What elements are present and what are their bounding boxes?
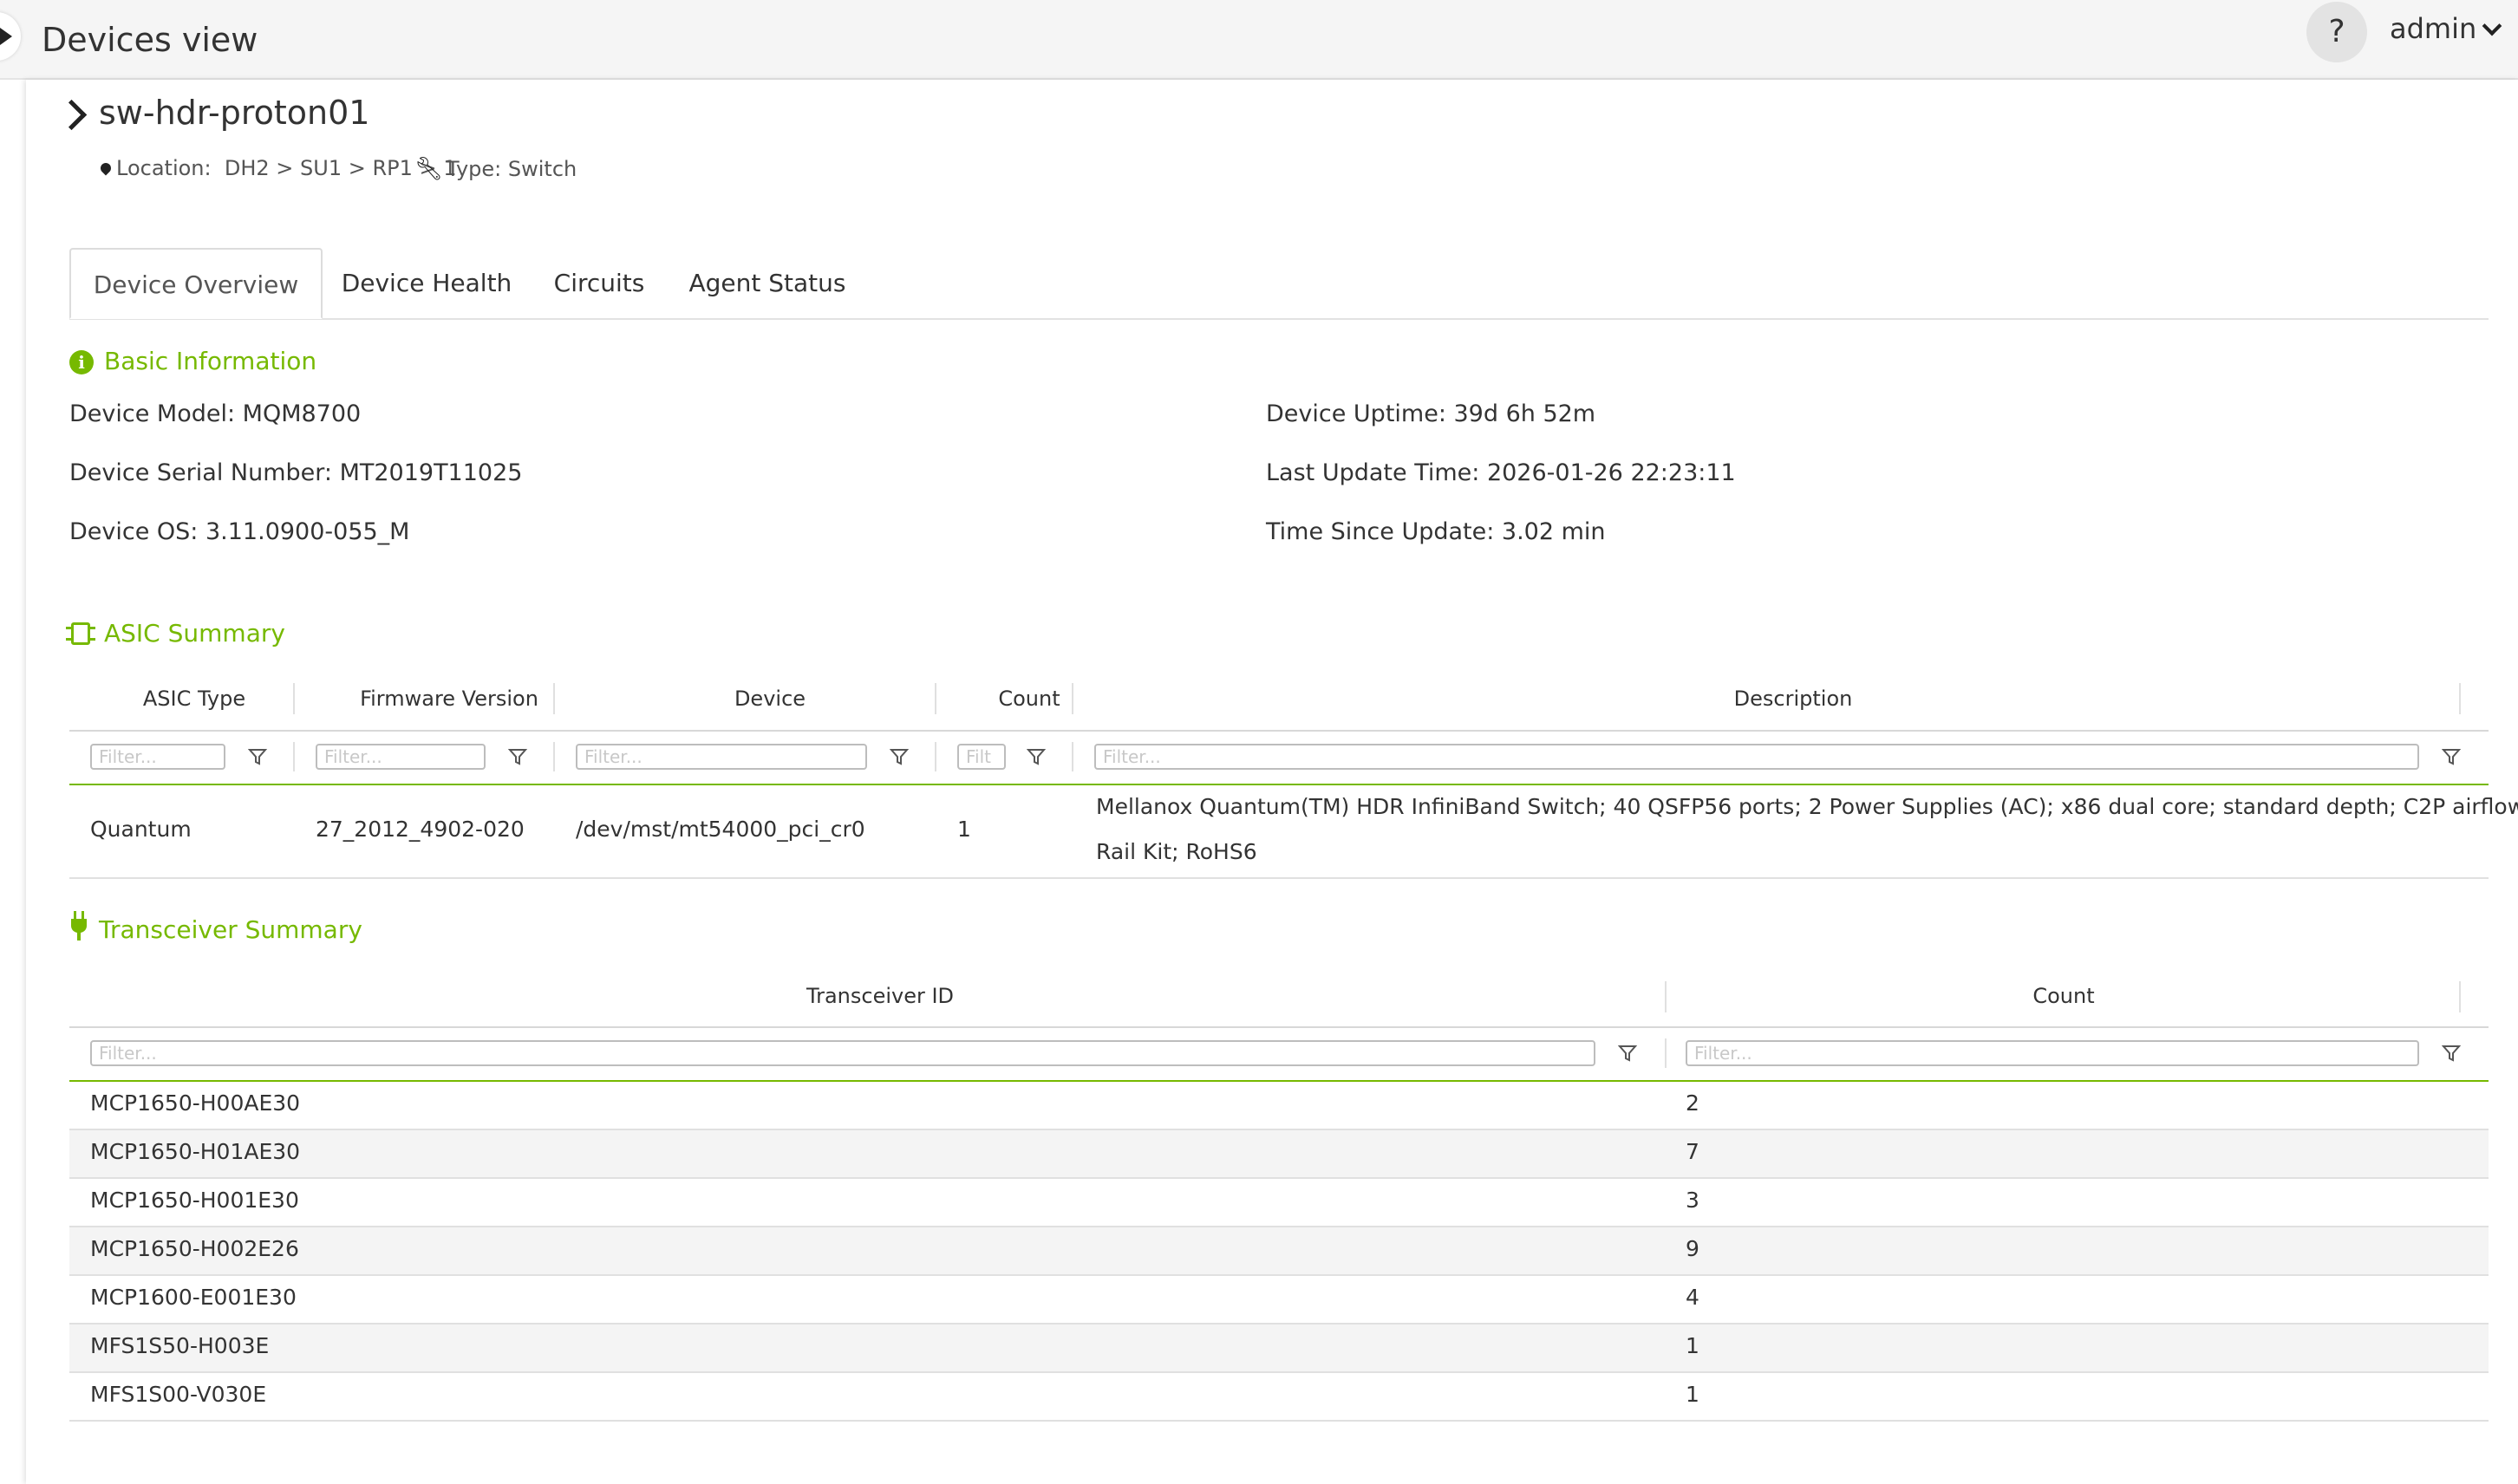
column-separator (1072, 742, 1073, 771)
column-separator (553, 742, 555, 771)
table-row[interactable]: MCP1650-H001E30 3 (69, 1179, 2489, 1226)
transceiver-count-cell: 4 (1686, 1285, 1699, 1310)
asic-col-firmware[interactable]: Firmware Version (319, 687, 579, 711)
description-cell-line2: Rail Kit; RoHS6 (1096, 839, 1257, 864)
asic-col-device[interactable]: Device (579, 687, 961, 711)
wrench-icon: 🔧︎ (414, 156, 444, 182)
tab-device-health[interactable]: Device Health (323, 248, 531, 319)
header-divider (69, 730, 2489, 732)
transceiver-id-cell: MFS1S50-H003E (90, 1333, 270, 1358)
device-serial-field: Device Serial Number: MT2019T11025 (69, 459, 523, 486)
user-name: admin (2390, 12, 2477, 45)
type-label: Type: (447, 157, 502, 181)
info-icon: i (69, 350, 94, 374)
last-update-field: Last Update Time: 2026-01-26 22:23:11 (1266, 459, 1736, 486)
basic-info-title: Basic Information (104, 347, 317, 375)
device-cell: /dev/mst/mt54000_pci_cr0 (576, 817, 865, 842)
filter-icon[interactable] (1027, 747, 1046, 766)
chevron-right-icon[interactable] (55, 99, 88, 131)
table-row[interactable]: MCP1650-H002E26 9 (69, 1227, 2489, 1274)
transceiver-id-cell: MFS1S00-V030E (90, 1382, 267, 1407)
sidebar-toggle-button[interactable] (0, 12, 21, 61)
firmware-cell: 27_2012_4902-020 (316, 817, 525, 842)
app-header: Devices view ? admin (0, 0, 2518, 80)
filter-icon[interactable] (248, 747, 267, 766)
transceiver-summary-title: Transceiver Summary (99, 915, 362, 944)
device-card: sw-hdr-proton01 Location: DH2 > SU1 > RP… (26, 80, 2518, 1484)
count-filter-input[interactable]: Filt (957, 744, 1006, 770)
filter-icon[interactable] (2442, 747, 2461, 766)
row-divider (69, 877, 2489, 879)
description-cell-line1: Mellanox Quantum(TM) HDR InfiniBand Swit… (1096, 794, 2518, 819)
transceiver-id-cell: MCP1600-E001E30 (90, 1285, 297, 1310)
column-separator[interactable] (553, 683, 555, 714)
transceiver-id-cell: MCP1650-H01AE30 (90, 1139, 301, 1164)
device-model-field: Device Model: MQM8700 (69, 400, 362, 427)
chip-icon (66, 622, 95, 645)
device-uptime-field: Device Uptime: 39d 6h 52m (1266, 400, 1596, 427)
table-row[interactable]: MCP1650-H01AE30 7 (69, 1130, 2489, 1177)
asic-col-asic-type[interactable]: ASIC Type (69, 687, 319, 711)
transceiver-col-id[interactable]: Transceiver ID (69, 984, 1691, 1008)
transceiver-count-cell: 9 (1686, 1236, 1699, 1261)
header-divider (69, 1026, 2489, 1028)
column-separator[interactable] (935, 683, 936, 714)
tab-circuits[interactable]: Circuits (531, 248, 668, 319)
device-name: sw-hdr-proton01 (99, 94, 370, 132)
location-label: Location: (116, 156, 212, 180)
filter-icon[interactable] (1618, 1044, 1637, 1063)
column-separator (935, 742, 936, 771)
transceiver-id-filter-input[interactable]: Filter... (90, 1040, 1595, 1066)
table-row[interactable]: MFS1S00-V030E 1 (69, 1373, 2489, 1420)
filter-icon[interactable] (890, 747, 909, 766)
map-pin-icon (98, 160, 114, 176)
filter-divider (69, 784, 2489, 785)
device-os-field: Device OS: 3.11.0900-055_M (69, 518, 410, 545)
description-filter-input[interactable]: Filter... (1094, 744, 2419, 770)
column-separator[interactable] (293, 683, 295, 714)
transceiver-count-cell: 1 (1686, 1333, 1699, 1358)
user-menu[interactable]: admin (2390, 12, 2502, 45)
asic-col-count[interactable]: Count (961, 687, 1098, 711)
tab-device-overview[interactable]: Device Overview (69, 248, 323, 319)
transceiver-count-cell: 3 (1686, 1188, 1699, 1213)
help-button[interactable]: ? (2306, 2, 2367, 62)
transceiver-count-cell: 1 (1686, 1382, 1699, 1407)
device-location: Location: DH2 > SU1 > RP1 > 1 (98, 156, 457, 180)
table-row[interactable]: MCP1600-E001E30 4 (69, 1276, 2489, 1323)
table-row[interactable]: MCP1650-H00AE30 2 (69, 1082, 2489, 1129)
type-value: Switch (507, 157, 577, 181)
transceiver-count-filter-input[interactable]: Filter... (1686, 1040, 2419, 1066)
asic-summary-title: ASIC Summary (104, 619, 285, 648)
device-filter-input[interactable]: Filter... (576, 744, 867, 770)
device-type: 🔧︎ Type: Switch (414, 156, 577, 182)
table-row[interactable]: MFS1S50-H003E 1 (69, 1325, 2489, 1371)
page-title: Devices view (42, 21, 258, 59)
transceiver-count-cell: 2 (1686, 1090, 1699, 1116)
filter-icon[interactable] (508, 747, 527, 766)
column-separator[interactable] (2459, 683, 2461, 714)
tab-agent-status[interactable]: Agent Status (668, 248, 867, 319)
transceiver-count-cell: 7 (1686, 1139, 1699, 1164)
transceiver-id-cell: MCP1650-H001E30 (90, 1188, 299, 1213)
plug-icon (71, 911, 87, 941)
column-separator (293, 742, 295, 771)
asic-type-filter-input[interactable]: Filter... (90, 744, 225, 770)
asic-col-description[interactable]: Description (1098, 687, 2489, 711)
filter-icon[interactable] (2442, 1044, 2461, 1063)
row-divider (69, 1420, 2489, 1422)
transceiver-col-count[interactable]: Count (1665, 984, 2463, 1008)
time-since-update-field: Time Since Update: 3.02 min (1266, 518, 1606, 545)
chevron-down-icon (2482, 16, 2502, 36)
asic-type-cell: Quantum (90, 817, 192, 842)
firmware-filter-input[interactable]: Filter... (316, 744, 486, 770)
column-separator[interactable] (2459, 981, 2461, 1012)
column-separator (1665, 1038, 1667, 1068)
column-separator[interactable] (1665, 981, 1667, 1012)
transceiver-id-cell: MCP1650-H00AE30 (90, 1090, 301, 1116)
count-cell: 1 (957, 817, 971, 842)
transceiver-id-cell: MCP1650-H002E26 (90, 1236, 299, 1261)
column-separator[interactable] (1072, 683, 1073, 714)
